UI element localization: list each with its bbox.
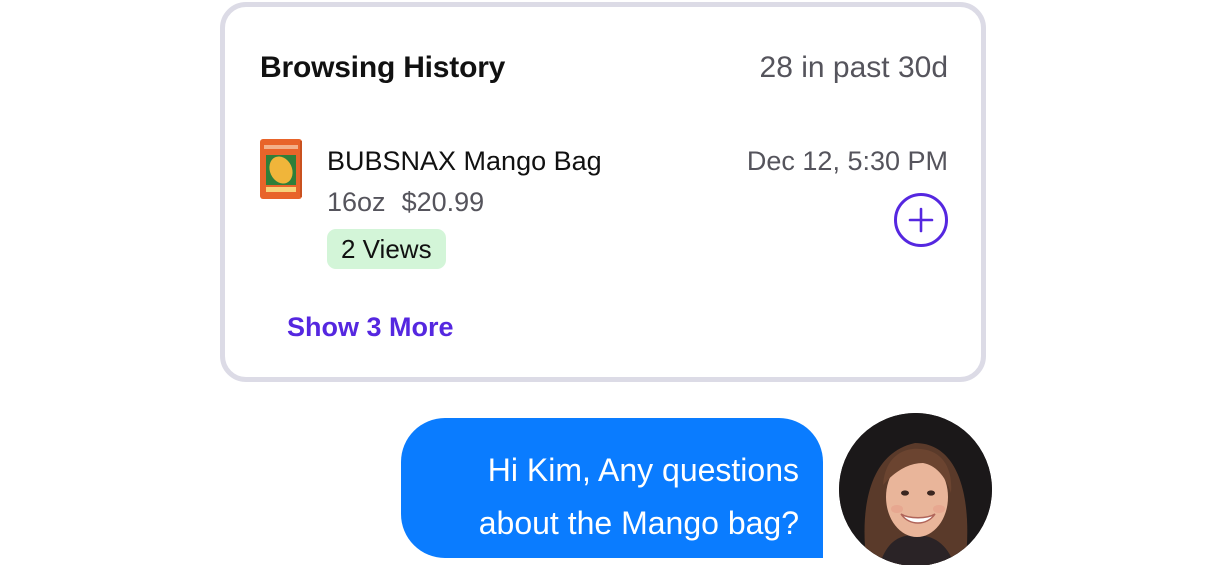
- show-more-link[interactable]: Show 3 More: [287, 312, 454, 343]
- product-thumbnail[interactable]: [260, 139, 302, 199]
- product-size: 16oz: [327, 187, 386, 217]
- add-button[interactable]: [894, 193, 948, 247]
- avatar: [839, 413, 992, 565]
- message-line: Hi Kim, Any questions: [487, 452, 799, 488]
- views-badge: 2 Views: [327, 229, 446, 269]
- plus-icon: [908, 207, 934, 233]
- history-count: 28 in past 30d: [759, 51, 948, 84]
- chat-message-bubble: Hi Kim, Any questions about the Mango ba…: [401, 418, 823, 558]
- message-line: about the Mango bag?: [478, 505, 799, 541]
- product-name[interactable]: BUBSNAX Mango Bag: [327, 146, 602, 177]
- product-meta: 16oz $20.99: [327, 187, 484, 218]
- product-price: $20.99: [401, 187, 485, 217]
- view-timestamp: Dec 12, 5:30 PM: [746, 146, 948, 176]
- page: Browsing History 28 in past 30d BUBSNAX …: [0, 0, 1212, 565]
- browsing-history-card: Browsing History 28 in past 30d BUBSNAX …: [220, 2, 986, 382]
- card-title: Browsing History: [260, 51, 506, 84]
